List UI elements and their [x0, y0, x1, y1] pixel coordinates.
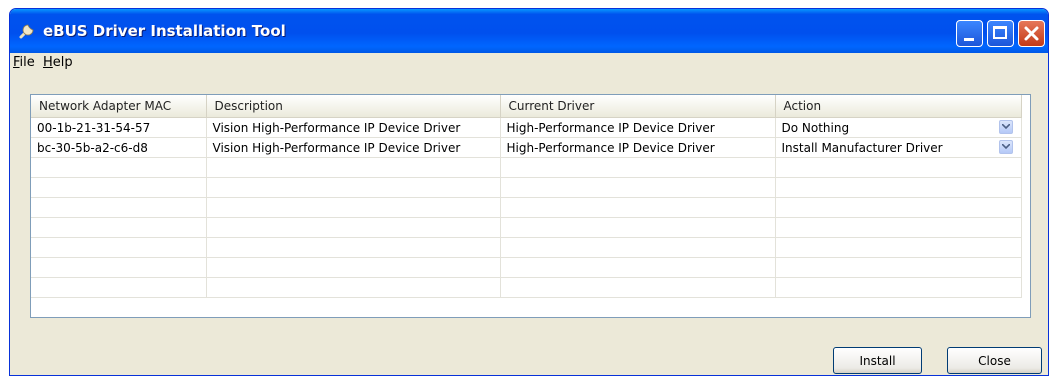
mac-cell: 00-1b-21-31-54-57 [31, 117, 207, 138]
column-header-mac[interactable]: Network Adapter MAC [31, 95, 207, 118]
empty-cell [500, 157, 776, 178]
adapter-table[interactable]: Network Adapter MAC Description Current … [30, 94, 1031, 318]
empty-cell [206, 157, 501, 178]
empty-table-row [31, 277, 1022, 298]
empty-cell [500, 277, 776, 298]
menu-bar: File Help [10, 53, 1048, 75]
close-icon [1024, 26, 1039, 41]
empty-cell [206, 217, 501, 238]
title-bar[interactable]: eBUS Driver Installation Tool [10, 9, 1048, 53]
table-row[interactable]: bc-30-5b-a2-c6-d8 Vision High-Performanc… [31, 137, 1022, 158]
menu-help-rest: elp [52, 55, 73, 70]
empty-cell [500, 217, 776, 238]
dropdown-button[interactable] [998, 140, 1013, 154]
empty-table-row [31, 177, 1022, 198]
empty-cell [775, 257, 1022, 278]
description-cell: Vision High-Performance IP Device Driver [206, 137, 501, 158]
current-driver-cell: High-Performance IP Device Driver [500, 117, 776, 138]
empty-cell [775, 237, 1022, 258]
empty-cell [775, 277, 1022, 298]
window-title: eBUS Driver Installation Tool [43, 22, 286, 40]
install-button[interactable]: Install [833, 347, 922, 374]
empty-cell [775, 217, 1022, 238]
empty-cell [500, 257, 776, 278]
close-button[interactable]: Close [947, 347, 1042, 374]
action-combo[interactable]: Install Manufacturer Driver [775, 137, 1022, 158]
empty-cell [206, 177, 501, 198]
app-window: eBUS Driver Installation Tool File Help … [9, 8, 1049, 376]
empty-cell [31, 217, 207, 238]
empty-cell [31, 257, 207, 278]
wrench-icon [19, 24, 34, 39]
maximize-icon [993, 26, 1007, 39]
empty-cell [775, 197, 1022, 218]
empty-cell [31, 177, 207, 198]
action-value: Do Nothing [781, 120, 850, 135]
empty-table-row [31, 217, 1022, 238]
empty-table-row [31, 157, 1022, 178]
empty-cell [500, 237, 776, 258]
description-cell: Vision High-Performance IP Device Driver [206, 117, 501, 138]
table-row[interactable]: 00-1b-21-31-54-57 Vision High-Performanc… [31, 117, 1022, 138]
empty-cell [500, 197, 776, 218]
menu-file[interactable]: File [13, 55, 35, 70]
maximize-button[interactable] [987, 20, 1014, 47]
minimize-icon [964, 38, 974, 41]
column-header-description[interactable]: Description [206, 95, 501, 118]
menu-help[interactable]: Help [43, 55, 73, 70]
empty-table-row [31, 197, 1022, 218]
empty-cell [500, 177, 776, 198]
empty-cell [206, 277, 501, 298]
empty-cell [31, 277, 207, 298]
table-header-row: Network Adapter MAC Description Current … [31, 95, 1022, 118]
empty-cell [31, 237, 207, 258]
empty-cell [31, 157, 207, 178]
current-driver-cell: High-Performance IP Device Driver [500, 137, 776, 158]
empty-rows [31, 157, 1022, 298]
empty-cell [31, 197, 207, 218]
minimize-button[interactable] [956, 20, 983, 47]
chevron-down-icon [1001, 124, 1010, 130]
column-header-action[interactable]: Action [775, 95, 1022, 118]
empty-table-row [31, 237, 1022, 258]
empty-cell [206, 237, 501, 258]
empty-cell [775, 157, 1022, 178]
mac-cell: bc-30-5b-a2-c6-d8 [31, 137, 207, 158]
chevron-down-icon [1001, 144, 1010, 150]
action-value: Install Manufacturer Driver [781, 140, 943, 155]
menu-file-rest: ile [19, 55, 35, 70]
close-window-button[interactable] [1018, 20, 1045, 47]
empty-cell [206, 197, 501, 218]
column-header-current-driver[interactable]: Current Driver [500, 95, 776, 118]
action-combo[interactable]: Do Nothing [775, 117, 1022, 138]
empty-cell [775, 177, 1022, 198]
dropdown-button[interactable] [998, 120, 1013, 134]
empty-cell [206, 257, 501, 278]
empty-table-row [31, 257, 1022, 278]
